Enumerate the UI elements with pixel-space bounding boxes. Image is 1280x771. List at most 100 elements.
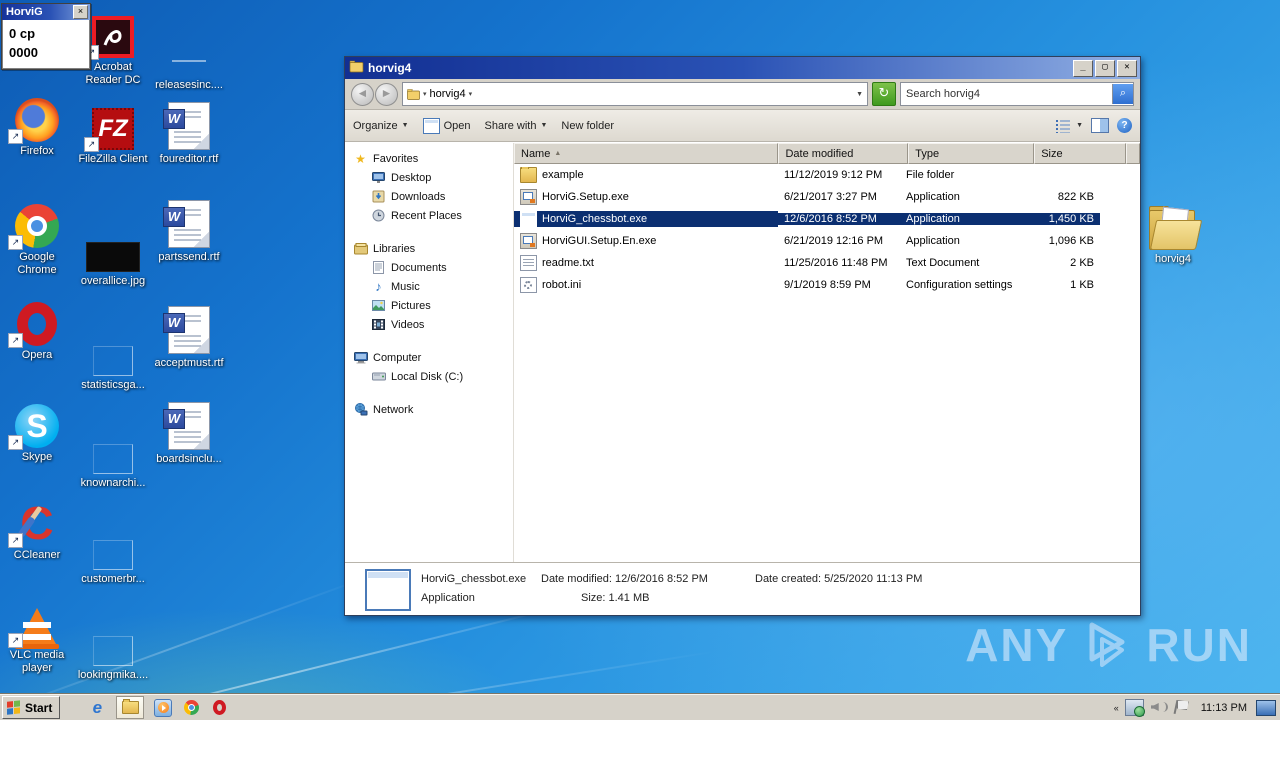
- desktop-icon-opera[interactable]: ↗ Opera: [0, 296, 74, 362]
- file-row-horvig-chessbot-selected[interactable]: HorviG_chessbot.exe 12/6/2016 8:52 PM Ap…: [514, 208, 1140, 230]
- preview-pane-icon[interactable]: [1091, 118, 1109, 133]
- text-file-icon: [520, 255, 537, 271]
- sidebar-item-documents[interactable]: Documents: [353, 258, 513, 277]
- taskbar-explorer-button-active[interactable]: [116, 696, 145, 719]
- desktop-icon-foureditor[interactable]: W foureditor.rtf: [152, 100, 226, 166]
- list-view-icon: [1056, 118, 1073, 133]
- desktop-icon-overallice[interactable]: overallice.jpg: [76, 222, 150, 288]
- open-label: Open: [443, 119, 471, 132]
- close-icon[interactable]: ×: [73, 5, 88, 19]
- column-header-blank: [1125, 143, 1140, 164]
- desktop-icon-customerbr[interactable]: customerbr...: [76, 520, 150, 586]
- horvig-counter-value: 0000: [9, 45, 38, 60]
- minimize-button[interactable]: _: [1073, 59, 1093, 77]
- desktop-icon-statisticsga[interactable]: statisticsga...: [76, 326, 150, 392]
- open-button[interactable]: Open: [422, 117, 471, 134]
- desktop-icon-skype[interactable]: S ↗ Skype: [0, 398, 74, 464]
- file-row-example[interactable]: example 11/12/2019 9:12 PM File folder: [514, 164, 1140, 186]
- sidebar-item-label: Local Disk (C:): [391, 370, 464, 383]
- sidebar-item-music[interactable]: ♪ Music: [353, 277, 513, 296]
- shortcut-arrow-icon: ↗: [8, 633, 23, 648]
- search-input[interactable]: Search horvig4: [901, 88, 1112, 100]
- new-folder-label: New folder: [561, 119, 614, 132]
- start-button[interactable]: Start: [2, 696, 61, 719]
- desktop-icon-chrome[interactable]: ↗ Google Chrome: [0, 198, 74, 277]
- desktop-icon-horvig4[interactable]: horvig4: [1136, 200, 1210, 266]
- desktop-icon-releasesinc[interactable]: releasesinc....: [152, 26, 226, 92]
- sidebar-group-label: Favorites: [373, 152, 419, 165]
- sidebar-item-videos[interactable]: Videos: [353, 315, 513, 334]
- desktop-icon-vlc[interactable]: ↗ VLC media player: [0, 596, 74, 675]
- file-date: 9/1/2019 8:59 PM: [784, 279, 871, 291]
- file-row-horvigui-setup[interactable]: HorviGUI.Setup.En.exe 6/21/2019 12:16 PM…: [514, 230, 1140, 252]
- organize-button[interactable]: Organize ▼: [353, 120, 409, 132]
- word-document-icon: W: [163, 402, 210, 450]
- volume-icon[interactable]: [1150, 700, 1168, 715]
- column-label: Date modified: [785, 147, 854, 160]
- sidebar-item-local-disk-c[interactable]: Local Disk (C:): [353, 367, 513, 386]
- sidebar-item-downloads[interactable]: Downloads: [353, 187, 513, 206]
- vlc-icon: [15, 608, 59, 649]
- explorer-titlebar[interactable]: horvig4 _ ▢ ✕: [345, 57, 1140, 79]
- column-header-type[interactable]: Type: [908, 143, 1035, 164]
- opera-taskbar-icon[interactable]: [210, 699, 228, 717]
- back-button[interactable]: ◄: [351, 82, 374, 106]
- address-dropdown-icon[interactable]: ▼: [856, 91, 863, 98]
- forward-button[interactable]: ►: [375, 82, 398, 106]
- sidebar-item-favorites[interactable]: ★ Favorites: [353, 149, 513, 168]
- close-button[interactable]: ✕: [1117, 59, 1137, 77]
- chrome-taskbar-icon[interactable]: [182, 699, 200, 717]
- sidebar-item-computer[interactable]: Computer: [353, 348, 513, 367]
- file-name: example: [542, 169, 584, 181]
- search-box[interactable]: Search horvig4 ⌕: [900, 82, 1134, 106]
- file-type: File folder: [906, 169, 955, 181]
- desktop-icon-label: Opera: [21, 349, 53, 361]
- maximize-button[interactable]: ▢: [1095, 59, 1115, 77]
- start-label: Start: [25, 700, 53, 715]
- file-row-horvig-setup[interactable]: HorviG.Setup.exe 6/21/2017 3:27 PM Appli…: [514, 186, 1140, 208]
- ghost-file-icon: [93, 540, 133, 570]
- desktop-icon-acceptmust[interactable]: W acceptmust.rtf: [152, 304, 226, 370]
- document-icon: [371, 260, 386, 275]
- column-header-date-modified[interactable]: Date modified: [778, 143, 909, 164]
- desktop-icon-knownarchi[interactable]: knownarchi...: [76, 424, 150, 490]
- breadcrumb[interactable]: ▾ horvig4 ▾ ▼: [402, 82, 868, 106]
- network-tray-icon[interactable]: [1124, 699, 1145, 717]
- action-center-flag-icon[interactable]: [1173, 699, 1192, 715]
- desktop-icon-boardsinclu[interactable]: W boardsinclu...: [152, 400, 226, 466]
- show-hidden-icons-chevron[interactable]: «: [1114, 703, 1119, 713]
- show-desktop-button[interactable]: [1256, 699, 1276, 716]
- desktop-icon-filezilla[interactable]: FZ ↗ FileZilla Client: [76, 100, 150, 166]
- desktop-icon-ccleaner[interactable]: C ↗ CCleaner: [0, 496, 74, 562]
- sidebar-item-desktop[interactable]: Desktop: [353, 168, 513, 187]
- file-type: Application: [906, 191, 960, 203]
- shortcut-arrow-icon: ↗: [8, 235, 23, 250]
- desktop-icon-label: VLC media player: [9, 649, 65, 674]
- file-row-robot-ini[interactable]: robot.ini 9/1/2019 8:59 PM Configuration…: [514, 274, 1140, 296]
- desktop-icon-lookingmika[interactable]: lookingmika....: [76, 616, 150, 682]
- file-size: 1,096 KB: [1048, 235, 1094, 247]
- horvig-window-titlebar[interactable]: HorviG ×: [2, 4, 90, 20]
- refresh-button[interactable]: ↻: [872, 82, 896, 106]
- change-view-button[interactable]: ▼: [1056, 118, 1083, 133]
- file-row-readme[interactable]: readme.txt 11/25/2016 11:48 PM Text Docu…: [514, 252, 1140, 274]
- taskbar-clock[interactable]: 11:13 PM: [1199, 702, 1249, 714]
- column-header-size[interactable]: Size: [1034, 143, 1126, 164]
- desktop-icon-partssend[interactable]: W partssend.rtf: [152, 198, 226, 264]
- help-icon[interactable]: ?: [1117, 118, 1132, 133]
- sidebar-item-network[interactable]: Network: [353, 400, 513, 419]
- desktop-icon-firefox[interactable]: ↗ Firefox: [0, 92, 74, 158]
- new-folder-button[interactable]: New folder: [561, 120, 614, 132]
- media-player-icon[interactable]: [154, 698, 173, 717]
- search-icon[interactable]: ⌕: [1112, 84, 1133, 104]
- sidebar-item-pictures[interactable]: Pictures: [353, 296, 513, 315]
- file-date: 6/21/2019 12:16 PM: [784, 235, 884, 247]
- sidebar-item-recent-places[interactable]: Recent Places: [353, 206, 513, 225]
- anyrun-watermark: ANY RUN: [965, 618, 1252, 672]
- column-header-name[interactable]: Name ▲: [514, 143, 779, 164]
- internet-explorer-icon[interactable]: e: [88, 698, 106, 717]
- app-window-icon: [520, 211, 537, 227]
- breadcrumb-segment[interactable]: horvig4: [430, 88, 466, 100]
- sidebar-item-libraries[interactable]: Libraries: [353, 239, 513, 258]
- share-with-button[interactable]: Share with ▼: [485, 120, 548, 132]
